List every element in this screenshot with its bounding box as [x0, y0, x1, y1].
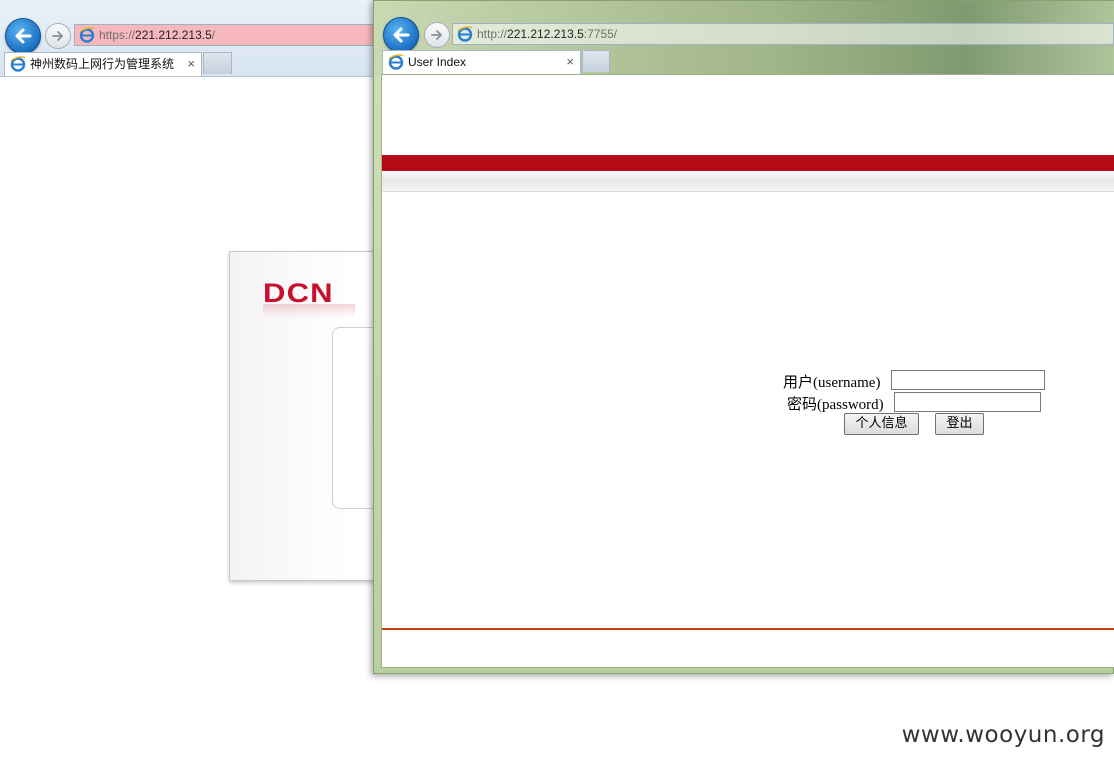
- username-input[interactable]: [891, 370, 1045, 390]
- foreground-browser-window: http://221.212.213.5:7755/ User Index × …: [373, 0, 1114, 674]
- footer-divider: [382, 628, 1114, 630]
- password-input[interactable]: [894, 392, 1041, 412]
- logout-button[interactable]: 登出: [935, 413, 984, 435]
- browser-toolbar: http://221.212.213.5:7755/ User Index ×: [374, 1, 1114, 75]
- back-arrow-icon[interactable]: [5, 18, 41, 54]
- page-viewport: 用户(username) 密码(password) 个人信息 登出: [381, 74, 1114, 668]
- new-tab-button[interactable]: [582, 50, 610, 72]
- ie-page-icon: [457, 26, 473, 42]
- password-label: 密码(password): [787, 397, 884, 413]
- tab-back-window[interactable]: 神州数码上网行为管理系统 ×: [4, 52, 202, 76]
- address-bar[interactable]: http://221.212.213.5:7755/: [452, 23, 1114, 45]
- watermark: www.wooyun.org: [901, 722, 1105, 748]
- address-url: http://221.212.213.5:7755/: [477, 27, 618, 41]
- address-bar[interactable]: https://221.212.213.5/: [74, 24, 374, 46]
- back-arrow-icon[interactable]: [383, 17, 419, 53]
- login-form: 用户(username) 密码(password) 个人信息 登出: [382, 75, 1114, 669]
- tab-user-index[interactable]: User Index ×: [382, 50, 581, 74]
- forward-arrow-icon[interactable]: [45, 23, 71, 49]
- username-label: 用户(username): [783, 375, 881, 391]
- ie-page-icon: [79, 27, 95, 43]
- ie-tab-icon: [388, 54, 404, 70]
- ie-tab-icon: [10, 56, 26, 72]
- address-url: https://221.212.213.5/: [99, 28, 216, 42]
- close-tab-icon[interactable]: ×: [187, 53, 195, 75]
- new-tab-button[interactable]: [203, 52, 232, 74]
- logo-reflection: [263, 304, 355, 318]
- close-tab-icon[interactable]: ×: [566, 51, 574, 73]
- tab-label: 神州数码上网行为管理系统: [30, 57, 175, 71]
- forward-arrow-icon[interactable]: [424, 22, 450, 48]
- tab-label: User Index: [408, 55, 467, 69]
- profile-button[interactable]: 个人信息: [844, 413, 919, 435]
